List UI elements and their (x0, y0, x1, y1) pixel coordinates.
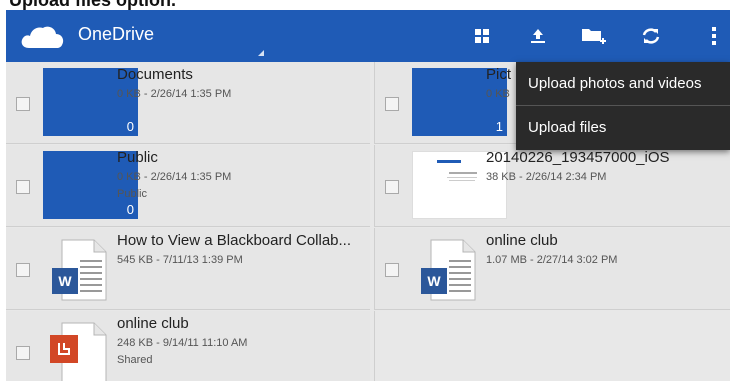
item-checkbox[interactable] (16, 346, 30, 360)
grid-view-button[interactable] (464, 10, 500, 62)
folder-count: 1 (495, 119, 503, 134)
file-item-online-club-doc[interactable]: W online club 1.07 MB - 2/27/14 3:02 PM (374, 228, 730, 310)
folder-count: 0 (126, 119, 134, 134)
file-item-online-club-pdf[interactable]: online club 248 KB - 9/14/11 11:10 AM Sh… (6, 311, 370, 381)
overflow-menu-button[interactable] (696, 10, 730, 62)
caption-text: Upload files option. (9, 0, 176, 10)
item-checkbox[interactable] (385, 263, 399, 277)
caption: Upload files option. (0, 0, 730, 10)
file-meta: 0 KB - 2/26/14 1:35 PM (117, 88, 232, 100)
word-document-icon: W (52, 239, 107, 301)
app-bar: OneDrive (6, 10, 730, 62)
upload-button[interactable] (520, 10, 556, 62)
new-folder-button[interactable] (576, 10, 612, 62)
item-checkbox[interactable] (385, 180, 399, 194)
pdf-document-icon (50, 322, 107, 381)
device-screen: OneDrive 0 Documents 0 KB - 2/26/14 1:35… (6, 10, 730, 381)
item-checkbox[interactable] (16, 180, 30, 194)
overflow-menu-icon (712, 27, 716, 45)
item-checkbox[interactable] (16, 263, 30, 277)
file-sharing: Public (117, 188, 147, 200)
app-title: OneDrive (78, 24, 155, 44)
file-item-ios-image[interactable]: 20140226_193457000_iOS 38 KB - 2/26/14 2… (374, 145, 730, 227)
svg-text:W: W (427, 273, 441, 289)
file-meta: 0 KB (486, 88, 510, 100)
new-folder-icon (582, 29, 606, 44)
folder-count: 0 (126, 202, 134, 217)
refresh-button[interactable] (633, 10, 669, 62)
svg-text:W: W (58, 273, 72, 289)
file-name: Public (117, 149, 158, 166)
upload-icon (531, 29, 545, 43)
file-item-public[interactable]: 0 Public 0 KB - 2/26/14 1:35 PM Public (6, 145, 370, 227)
file-name: online club (117, 315, 189, 332)
file-name: Documents (117, 66, 193, 83)
overflow-menu-popup: Upload photos and videos Upload files (516, 62, 730, 150)
file-meta: 38 KB - 2/26/14 2:34 PM (486, 171, 607, 183)
file-name: How to View a Blackboard Collab... (117, 232, 352, 249)
refresh-icon (642, 28, 660, 44)
menu-item-upload-photos[interactable]: Upload photos and videos (516, 62, 730, 105)
file-meta: 545 KB - 7/11/13 1:39 PM (117, 254, 243, 266)
menu-item-upload-files[interactable]: Upload files (516, 106, 730, 149)
title-dropdown-indicator[interactable] (258, 50, 264, 56)
file-name: Pict (486, 66, 512, 83)
grid-view-icon (475, 29, 489, 43)
file-meta: 0 KB - 2/26/14 1:35 PM (117, 171, 232, 183)
item-checkbox[interactable] (16, 97, 30, 111)
file-name: 20140226_193457000_iOS (486, 149, 670, 166)
empty-cell (374, 311, 730, 381)
item-checkbox[interactable] (385, 97, 399, 111)
file-item-blackboard-doc[interactable]: W How to View a Blackboard Collab... 545… (6, 228, 370, 310)
cloud-logo-icon (21, 26, 64, 48)
file-meta: 248 KB - 9/14/11 11:10 AM (117, 337, 248, 349)
word-document-icon: W (421, 239, 476, 301)
file-item-documents[interactable]: 0 Documents 0 KB - 2/26/14 1:35 PM (6, 62, 370, 144)
file-name: online club (486, 232, 558, 249)
file-sharing: Shared (117, 354, 153, 366)
file-meta: 1.07 MB - 2/27/14 3:02 PM (486, 254, 618, 266)
